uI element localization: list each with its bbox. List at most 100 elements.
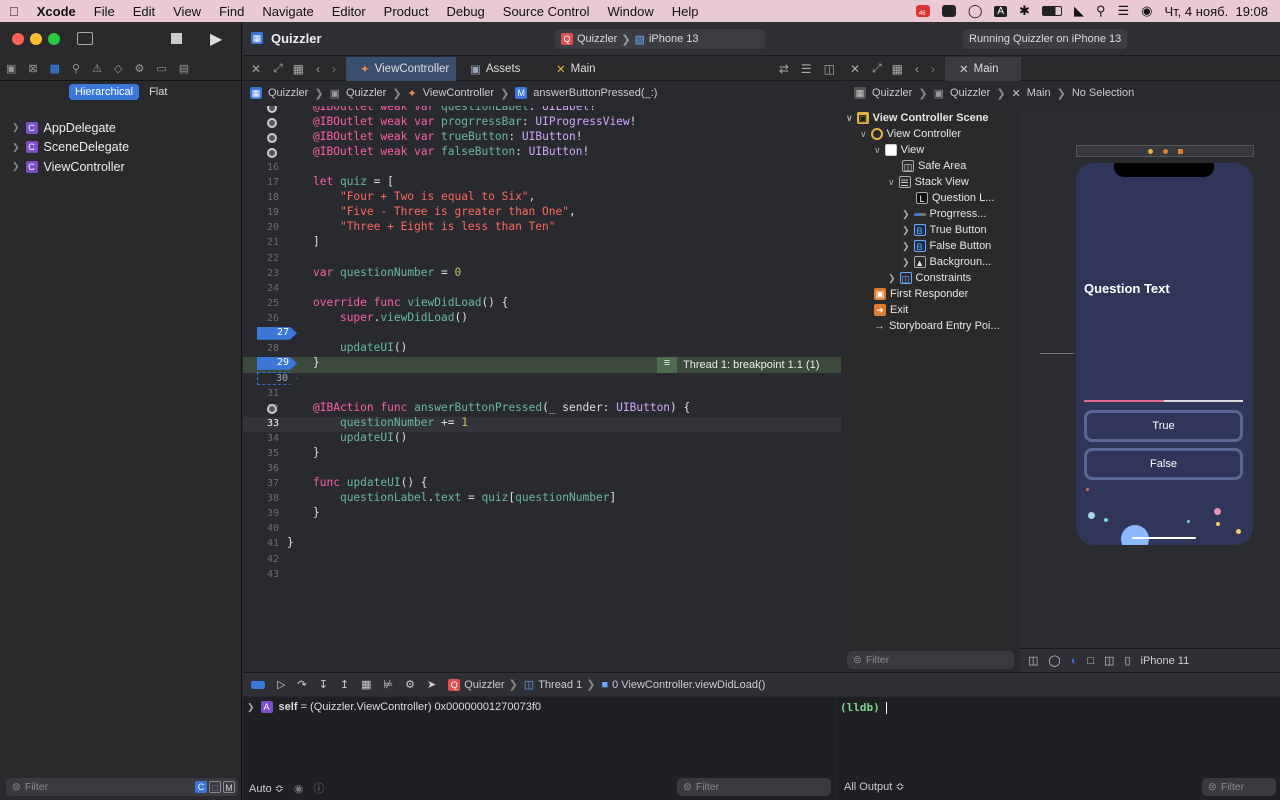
outline-true-button[interactable]: ❯ B True Button <box>902 224 987 236</box>
play-status-icon[interactable]: ◯ <box>968 3 983 19</box>
list-item[interactable]: ❯ C SceneDelegate <box>12 138 129 158</box>
stop-button[interactable] <box>171 33 182 44</box>
recent-files-icon[interactable]: C <box>195 781 207 793</box>
apple-icon[interactable]:  <box>0 4 28 19</box>
line-number[interactable]: 21 <box>243 237 279 248</box>
environment-icon[interactable]: ⚙ <box>405 678 415 691</box>
question-label[interactable]: Question Text <box>1084 281 1170 296</box>
continue-icon[interactable]: ▷ <box>277 678 285 691</box>
line-number[interactable]: 37 <box>243 478 279 489</box>
code-line[interactable]: questionNumber += 1 <box>313 416 468 429</box>
outlet-connection-dot[interactable] <box>267 133 277 144</box>
outline-stack-view[interactable]: ∨ ☰ Stack View <box>888 176 969 188</box>
responder-dock-icon[interactable] <box>1162 148 1168 154</box>
outline-safe-area[interactable]: ◫ Safe Area <box>902 160 966 172</box>
find-icon[interactable]: ⚲ <box>72 62 80 75</box>
vc-dock-icon[interactable] <box>1147 148 1153 154</box>
outline-constraints[interactable]: ❯ ◫ Constraints <box>888 272 971 284</box>
location-icon[interactable]: ➤ <box>427 678 436 691</box>
menu-app[interactable]: Xcode <box>28 4 85 19</box>
siri-icon[interactable]: ◉ <box>1141 3 1152 19</box>
line-number[interactable]: 34 <box>243 433 279 444</box>
line-number[interactable]: 31 <box>243 388 279 399</box>
menu-product[interactable]: Product <box>375 4 438 19</box>
menu-debug[interactable]: Debug <box>437 4 493 19</box>
menu-help[interactable]: Help <box>663 4 708 19</box>
list-item[interactable]: ❯ C ViewController <box>12 157 129 177</box>
code-line[interactable]: ] <box>313 235 320 248</box>
jump-group[interactable]: Quizzler <box>346 87 386 99</box>
grid-icon[interactable]: ▦ <box>287 62 310 76</box>
grid-icon[interactable]: ▦ <box>886 62 909 76</box>
tab-main[interactable]: ✕ Main <box>542 57 612 81</box>
tab-assets[interactable]: ▣ Assets <box>456 57 542 81</box>
menu-window[interactable]: Window <box>599 4 663 19</box>
notification-badge-icon[interactable]: 46 <box>915 5 930 17</box>
breakpoint-icon[interactable]: ▭ <box>156 62 166 75</box>
scm-filter-icon[interactable]: □ <box>209 781 221 793</box>
line-number[interactable]: 41 <box>243 538 279 549</box>
source-control-icon[interactable]: ⊠ <box>28 62 37 75</box>
code-line[interactable]: @IBOutlet weak var trueButton: UIButton! <box>313 130 583 143</box>
line-number[interactable]: 22 <box>243 253 279 264</box>
scheme-selector[interactable]: Q Quizzler ❯ ▧ iPhone 13 <box>555 29 765 49</box>
outline-scene[interactable]: ∨ ▣ View Controller Scene <box>846 112 989 124</box>
issue-icon[interactable]: ⚠ <box>92 62 102 75</box>
orientation-icon[interactable]: □ <box>1087 655 1094 667</box>
true-button[interactable]: True <box>1084 410 1243 442</box>
line-number[interactable]: 24 <box>243 283 279 294</box>
debug-icon[interactable]: ⚙ <box>134 62 144 75</box>
debug-process[interactable]: Quizzler <box>464 679 504 691</box>
thread-annotation[interactable]: ≡ Thread 1: breakpoint 1.1 (1) <box>657 357 819 373</box>
forward-icon[interactable]: › <box>326 62 342 76</box>
menu-edit[interactable]: Edit <box>124 4 164 19</box>
layout-icon[interactable]: ◫ <box>1104 654 1114 667</box>
variables-filter-input[interactable]: ⊜ Filter <box>677 778 831 796</box>
menu-file[interactable]: File <box>85 4 124 19</box>
list-item[interactable]: ❯ C AppDelegate <box>12 118 129 138</box>
tab-viewcontroller[interactable]: ✦ ViewController <box>346 56 457 81</box>
storyboard-canvas[interactable]: Question Text True False <box>1020 106 1280 674</box>
jump-project[interactable]: Quizzler <box>872 87 912 99</box>
false-button[interactable]: False <box>1084 448 1243 480</box>
segment-hierarchical[interactable]: Hierarchical <box>69 84 140 100</box>
source-editor[interactable]: ≡ Thread 1: breakpoint 1.1 (1) @IBOutlet… <box>243 106 841 674</box>
code-line[interactable]: var questionNumber = 0 <box>313 266 461 279</box>
code-line[interactable]: } <box>313 356 320 369</box>
code-line[interactable]: @IBOutlet weak var progrressBar: UIProgr… <box>313 115 636 128</box>
line-number[interactable]: 42 <box>243 554 279 565</box>
step-out-icon[interactable]: ↥ <box>340 678 349 691</box>
jump-file[interactable]: Main <box>1027 87 1051 99</box>
appearance-icon[interactable]: ◯ <box>1048 654 1060 667</box>
line-number[interactable]: 17 <box>243 177 279 188</box>
step-into-icon[interactable]: ↧ <box>319 678 328 691</box>
exit-dock-icon[interactable] <box>1177 148 1183 154</box>
outline-view-controller[interactable]: ∨ View Controller <box>860 128 961 140</box>
code-line[interactable]: } <box>313 506 320 519</box>
library-icon[interactable]: ◫ <box>1028 654 1038 667</box>
disabled-breakpoint-marker[interactable]: 30 <box>257 371 297 385</box>
scope-select[interactable]: Auto ≎ <box>249 782 284 795</box>
progress-bar[interactable] <box>1084 400 1243 402</box>
outline-filter-input[interactable]: ⊜ Filter <box>847 651 1014 669</box>
control-center-icon[interactable]: ☰ <box>1117 3 1129 19</box>
close-window-button[interactable] <box>12 33 24 45</box>
variable-row[interactable]: ❯ A self = (Quizzler.ViewController) 0x0… <box>247 701 541 713</box>
close-editor-icon[interactable]: ✕ <box>243 62 269 76</box>
line-number[interactable]: 43 <box>243 569 279 580</box>
step-over-icon[interactable]: ↷ <box>297 678 306 691</box>
jump-symbol[interactable]: answerButtonPressed(_:) <box>533 87 657 99</box>
code-line[interactable]: @IBOutlet weak var falseButton: UIButton… <box>313 145 589 158</box>
outlet-connection-dot[interactable] <box>267 404 277 414</box>
line-number[interactable]: 36 <box>243 463 279 474</box>
outline-first-responder[interactable]: ▣ First Responder <box>874 288 968 300</box>
line-number[interactable]: 28 <box>243 343 279 354</box>
outline-progress-bar[interactable]: ❯ Progrress... <box>902 208 986 220</box>
forward-icon[interactable]: › <box>925 62 941 76</box>
expand-icon[interactable]: ⤢ <box>269 61 287 76</box>
tab-main-storyboard[interactable]: ✕ Main <box>945 56 1022 81</box>
debug-thread[interactable]: Thread 1 <box>538 679 582 691</box>
clock[interactable]: Чт, 4 нояб. 19:08 <box>1164 4 1268 19</box>
refresh-icon[interactable]: ⇄ <box>773 62 795 76</box>
jump-file[interactable]: ViewController <box>423 87 494 99</box>
